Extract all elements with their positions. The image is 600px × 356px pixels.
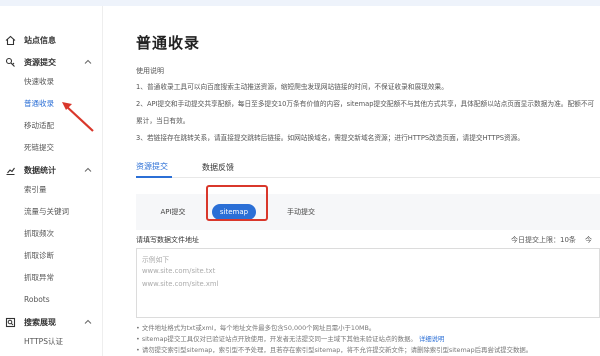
sidebar-item-traffic-keywords[interactable]: 流量与关键词 — [24, 203, 69, 219]
tab-data-feedback[interactable]: 数据反馈 — [202, 156, 234, 178]
usage-line: 3、若链接存在跳转关系，请直接提交跳转后链接。如网站换域名，需提交新域名资源；进… — [136, 134, 525, 142]
sidebar-item-mobile-adapt[interactable]: 移动适配 — [24, 117, 54, 133]
sidebar-item-normal-index[interactable]: 普通收录 — [24, 95, 54, 111]
placeholder-line: 示例如下 — [142, 256, 170, 264]
link-icon — [5, 57, 16, 68]
note-text: 请勿提交索引型sitemap，索引型不予处理，且若存在索引型sitemap，将不… — [141, 346, 533, 354]
sidebar-group-label: 资源提交 — [24, 57, 56, 67]
subtab-api-submit[interactable]: API提交 — [150, 204, 196, 220]
sidebar-group-label: 搜索展现 — [24, 317, 56, 327]
subtab-manual-submit[interactable]: 手动提交 — [278, 204, 324, 220]
usage-line: 累计，当日有效。 — [136, 117, 190, 125]
sidebar-item-dead-link[interactable]: 死链提交 — [24, 139, 54, 155]
note-line: • sitemap提交工具仅对已验证站点开放使用，开发者无法提交同一主域下其他未… — [136, 335, 445, 343]
sidebar-group-label: 站点信息 — [24, 35, 56, 45]
sidebar-group-site-info[interactable]: 站点信息 — [0, 31, 103, 49]
placeholder-line: www.site.com/site.xml — [142, 280, 219, 288]
home-icon — [5, 35, 16, 46]
daily-remaining-text: 今 — [585, 236, 592, 244]
page-title: 普通收录 — [136, 34, 201, 52]
search-display-icon — [5, 317, 16, 328]
sitemap-url-textarea[interactable]: 示例如下 www.site.com/site.txt www.site.com/… — [136, 248, 600, 318]
sidebar-group-resource-submit[interactable]: 资源提交 — [0, 53, 103, 71]
tab-resource-submit[interactable]: 资源提交 — [136, 156, 172, 178]
note-line: • 请勿提交索引型sitemap，索引型不予处理，且若存在索引型sitemap，… — [136, 346, 533, 354]
chevron-up-icon — [83, 165, 93, 175]
details-link[interactable]: 详细说明 — [419, 335, 445, 343]
usage-line: 1、普通收录工具可以向百度搜索主动推送资源，缩短爬虫发现网站链接的时间，不保证收… — [136, 83, 448, 91]
note-line: • 文件地址格式为txt或xml，每个地址文件最多包含50,000个网址且需小于… — [136, 324, 376, 332]
sidebar: 站点信息 资源提交 快速收录 普通收录 移动适配 死链提交 数据统计 索引量 流… — [0, 6, 103, 356]
sidebar-item-index-volume[interactable]: 索引量 — [24, 181, 47, 197]
tab-bar: 资源提交 数据反馈 — [136, 156, 600, 178]
usage-line: 2、API提交和手动提交共享配额，每日至多提交10万条有价值的内容，sitema… — [136, 100, 595, 108]
chevron-up-icon — [83, 57, 93, 67]
sidebar-group-search-display[interactable]: 搜索展现 — [0, 313, 103, 331]
sidebar-item-robots[interactable]: Robots — [24, 291, 50, 307]
sidebar-item-crawl-diagnosis[interactable]: 抓取诊断 — [24, 247, 54, 263]
sidebar-item-crawl-frequency[interactable]: 抓取频次 — [24, 225, 54, 241]
highlight-box — [206, 185, 268, 221]
sidebar-group-label: 数据统计 — [24, 165, 56, 175]
note-text: sitemap提交工具仅对已验证站点开放使用，开发者无法提交同一主域下其他未验证… — [141, 335, 417, 343]
sidebar-group-data-stats[interactable]: 数据统计 — [0, 161, 103, 179]
main-content: 普通收录 使用说明 1、普通收录工具可以向百度搜索主动推送资源，缩短爬虫发现网站… — [104, 6, 600, 356]
sidebar-item-https[interactable]: HTTPS认证 — [24, 333, 63, 349]
sidebar-item-quick-index[interactable]: 快速收录 — [24, 73, 54, 89]
sidebar-item-crawl-errors[interactable]: 抓取异常 — [24, 269, 54, 285]
note-text: 文件地址格式为txt或xml，每个地址文件最多包含50,000个网址且需小于10… — [141, 324, 376, 332]
usage-heading: 使用说明 — [136, 67, 164, 75]
chevron-up-icon — [83, 317, 93, 327]
daily-limit-text: 今日提交上限：10条 — [511, 236, 576, 244]
chart-icon — [5, 165, 16, 176]
field-label: 请填写数据文件地址 — [136, 236, 199, 244]
placeholder-line: www.site.com/site.txt — [142, 267, 216, 275]
